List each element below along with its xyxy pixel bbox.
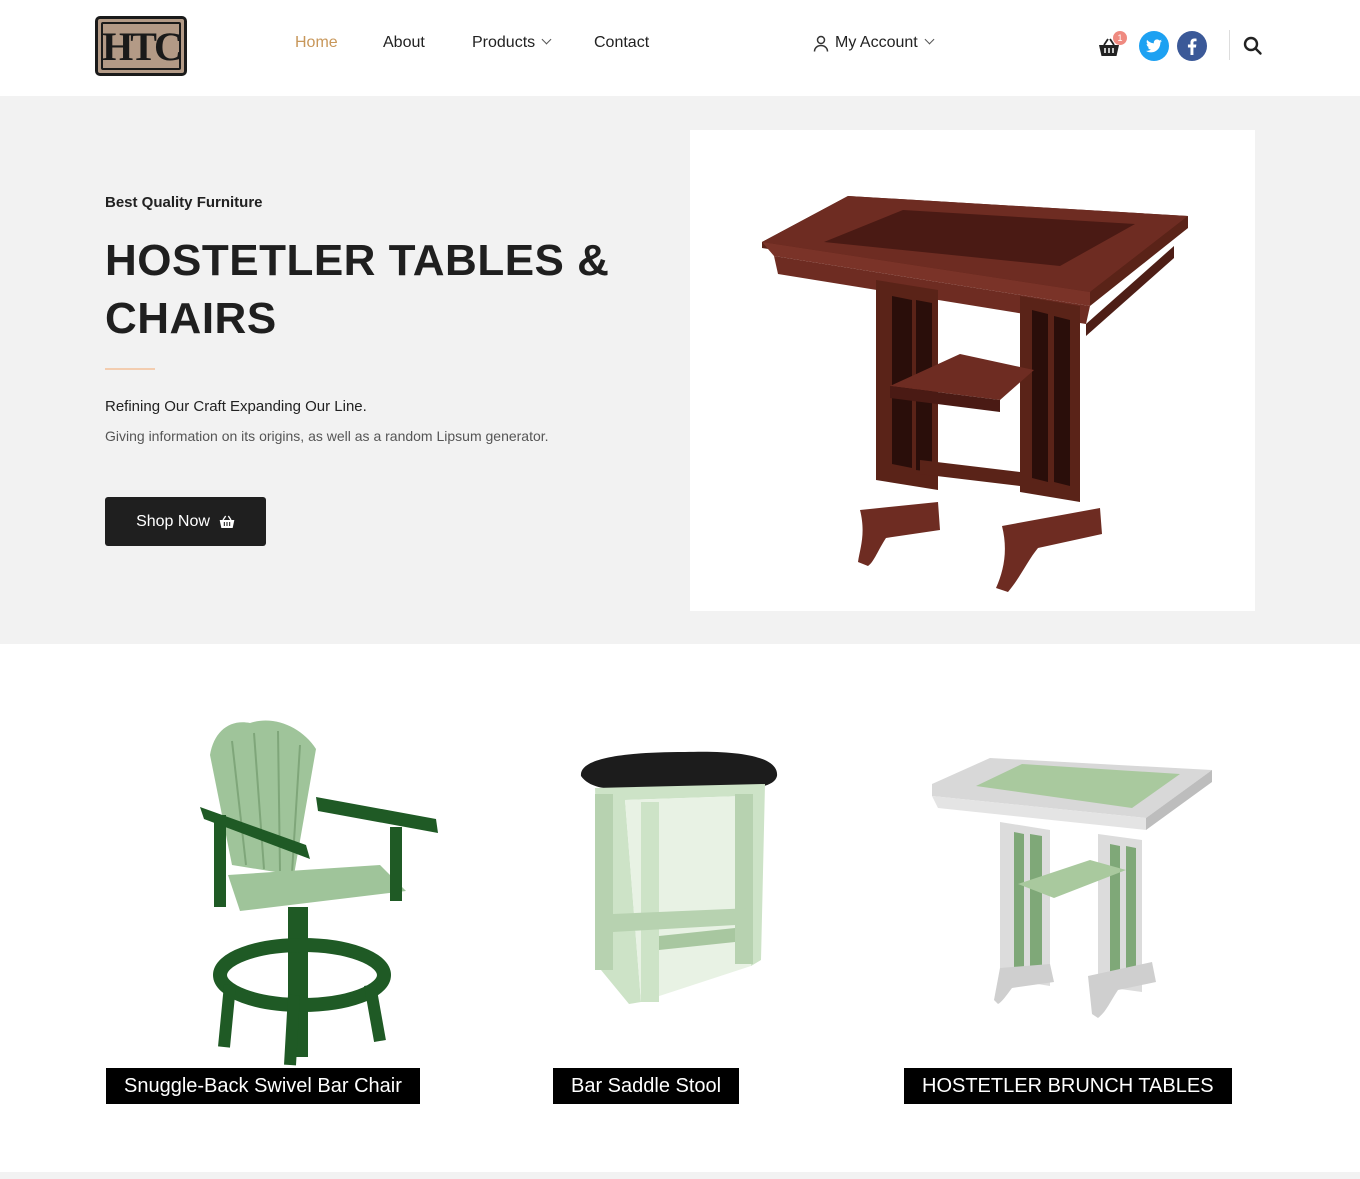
basket-icon <box>219 515 235 528</box>
shop-now-label: Shop Now <box>136 512 210 530</box>
facebook-link[interactable] <box>1177 31 1207 61</box>
nav-contact[interactable]: Contact <box>594 34 649 52</box>
search-button[interactable] <box>1243 36 1263 56</box>
product-label-swivel-chair[interactable]: Snuggle-Back Swivel Bar Chair <box>106 1068 420 1104</box>
account-label: My Account <box>835 34 918 51</box>
hero-accent-rule <box>105 368 155 370</box>
site-header: HTC Home About Products Contact My Accou… <box>0 0 1360 96</box>
shop-now-button[interactable]: Shop Now <box>105 497 266 546</box>
hero-product-image <box>690 130 1255 611</box>
logo-text: HTC <box>102 23 183 69</box>
product-image-brunch-table[interactable] <box>930 756 1214 1020</box>
hero-section: Best Quality Furniture HOSTETLER TABLES … <box>0 96 1360 644</box>
nav-products[interactable]: Products <box>472 34 552 52</box>
hero-kicker: Best Quality Furniture <box>105 194 263 211</box>
facebook-icon <box>1187 37 1197 55</box>
user-icon <box>813 35 829 52</box>
footer-divider <box>0 1172 1360 1179</box>
header-divider <box>1229 30 1230 60</box>
product-label-brunch-tables[interactable]: HOSTETLER BRUNCH TABLES <box>904 1068 1232 1104</box>
hero-title: HOSTETLER TABLES & CHAIRS <box>105 236 610 343</box>
product-label-saddle-stool[interactable]: Bar Saddle Stool <box>553 1068 740 1104</box>
nav-home[interactable]: Home <box>295 34 338 52</box>
my-account-menu[interactable]: My Account <box>813 34 935 52</box>
product-image-saddle-stool[interactable] <box>575 748 785 1010</box>
cart-count-badge: 1 <box>1113 31 1127 45</box>
search-icon <box>1243 36 1262 55</box>
nav-products-label: Products <box>472 34 536 51</box>
hero-description: Giving information on its origins, as we… <box>105 428 549 444</box>
site-logo[interactable]: HTC <box>95 16 187 76</box>
nav-about[interactable]: About <box>383 34 425 52</box>
product-image-swivel-chair[interactable] <box>190 715 450 1070</box>
twitter-link[interactable] <box>1139 31 1169 61</box>
chevron-down-icon <box>924 34 935 44</box>
cart-button[interactable]: 1 <box>1097 31 1127 60</box>
twitter-icon <box>1146 39 1162 53</box>
chevron-down-icon <box>541 34 552 45</box>
hero-subtitle: Refining Our Craft Expanding Our Line. <box>105 398 367 415</box>
